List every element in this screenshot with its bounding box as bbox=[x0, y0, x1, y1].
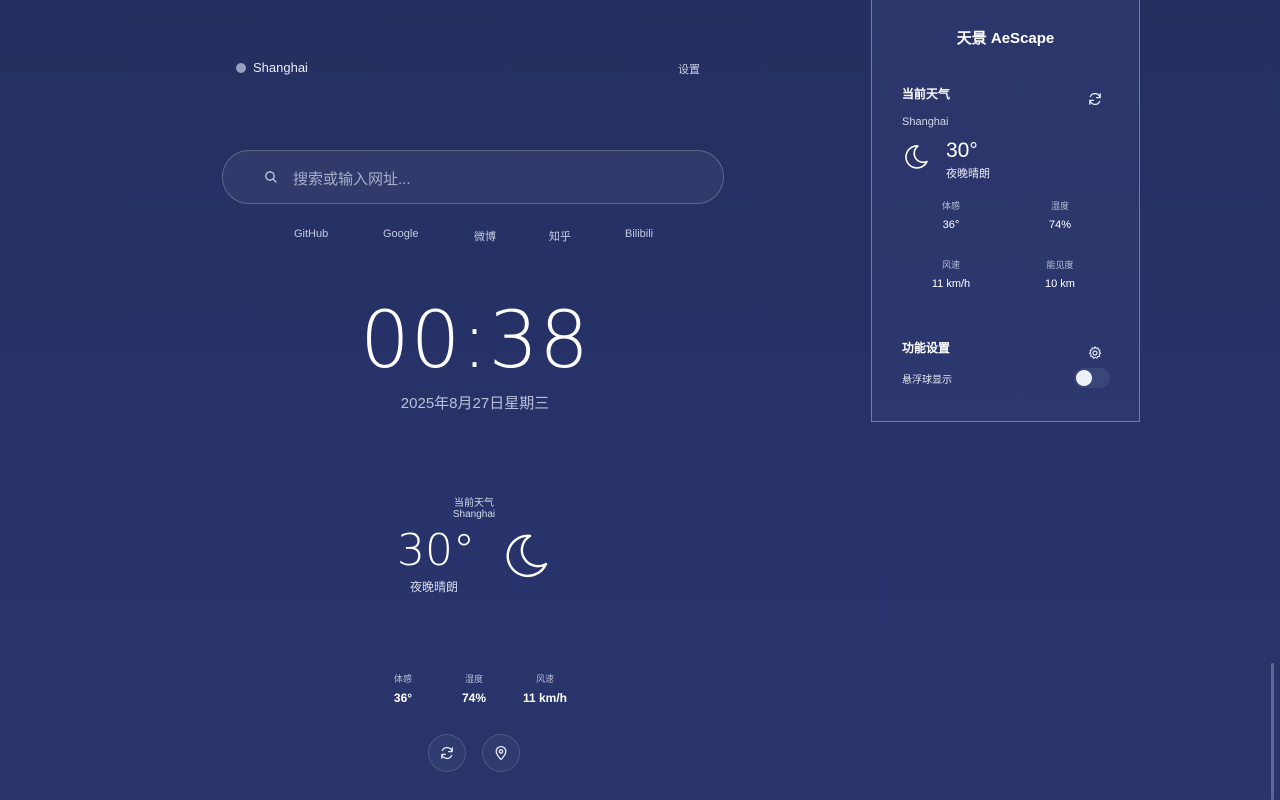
stat-label: 能见度 bbox=[1046, 260, 1074, 270]
panel-stat-humidity: 湿度 74% bbox=[1015, 199, 1105, 231]
quick-link-weibo[interactable]: 微博 bbox=[474, 228, 496, 244]
stat-label: 风速 bbox=[941, 260, 960, 270]
search-icon bbox=[265, 171, 277, 183]
panel-refresh-icon[interactable] bbox=[1087, 91, 1103, 107]
stat-humidity: 湿度 74% bbox=[434, 672, 514, 705]
refresh-icon bbox=[441, 746, 453, 760]
quick-link-google[interactable]: Google bbox=[383, 228, 418, 240]
stat-value: 74% bbox=[461, 691, 487, 705]
panel-weather-heading: 当前天气 bbox=[902, 87, 951, 101]
panel-stat-wind: 风速 11 km/h bbox=[906, 258, 996, 290]
clock-date: 2025年8月27日星期三 bbox=[400, 395, 550, 412]
floating-ball-label: 悬浮球显示 bbox=[902, 375, 952, 386]
extension-popup-panel: 天景 AeScape 当前天气 Shanghai 30° 夜晚晴朗 体感 36°… bbox=[871, 0, 1140, 422]
weather-temperature: 30° bbox=[397, 525, 475, 576]
panel-weather-city: Shanghai bbox=[902, 116, 949, 128]
panel-weather-temperature: 30° bbox=[946, 139, 978, 162]
settings-link[interactable]: 设置 bbox=[678, 61, 700, 77]
search-input[interactable] bbox=[291, 163, 695, 195]
moon-icon bbox=[506, 534, 548, 578]
panel-stat-feels-like: 体感 36° bbox=[906, 199, 996, 231]
stat-wind: 风速 11 km/h bbox=[505, 672, 585, 705]
panel-weather-condition: 夜晚晴朗 bbox=[946, 168, 990, 180]
clock-time: 00:38 bbox=[360, 296, 590, 386]
floating-ball-toggle[interactable] bbox=[1074, 368, 1110, 388]
moon-icon bbox=[905, 145, 928, 169]
location-pin-icon bbox=[495, 746, 507, 761]
stat-label: 湿度 bbox=[464, 674, 483, 684]
panel-title: 天景 AeScape bbox=[956, 30, 1055, 47]
stat-value: 74% bbox=[1048, 219, 1072, 231]
panel-stat-visibility: 能见度 10 km bbox=[1015, 258, 1105, 290]
quick-link-bilibili[interactable]: Bilibili bbox=[625, 228, 653, 240]
stat-value: 11 km/h bbox=[931, 278, 971, 290]
refresh-weather-button[interactable] bbox=[428, 734, 466, 772]
stat-label: 体感 bbox=[393, 674, 412, 684]
location-status-dot bbox=[236, 62, 246, 73]
stat-value: 11 km/h bbox=[522, 691, 568, 705]
stat-label: 体感 bbox=[941, 201, 960, 211]
search-box[interactable] bbox=[222, 150, 724, 204]
scrollbar[interactable] bbox=[1271, 663, 1274, 800]
location-label: Shanghai bbox=[253, 60, 308, 75]
gear-icon[interactable] bbox=[1087, 345, 1103, 361]
weather-condition: 夜晚晴朗 bbox=[409, 580, 458, 594]
stat-feels-like: 体感 36° bbox=[363, 672, 443, 705]
location-indicator[interactable]: Shanghai bbox=[236, 60, 308, 75]
stat-value: 36° bbox=[942, 219, 960, 231]
stat-value: 10 km bbox=[1045, 278, 1075, 290]
stat-label: 风速 bbox=[535, 674, 554, 684]
new-tab-page: Shanghai 设置 GitHub Google 微博 知乎 Bilibili… bbox=[0, 0, 1280, 800]
weather-title: 当前天气 bbox=[454, 498, 494, 509]
panel-features-heading: 功能设置 bbox=[902, 341, 951, 355]
stat-value: 36° bbox=[393, 691, 413, 705]
location-button[interactable] bbox=[482, 734, 520, 772]
weather-city: Shanghai bbox=[452, 509, 496, 520]
quick-link-zhihu[interactable]: 知乎 bbox=[549, 228, 571, 244]
stat-label: 湿度 bbox=[1050, 201, 1069, 211]
toggle-knob bbox=[1076, 370, 1092, 386]
quick-link-github[interactable]: GitHub bbox=[294, 228, 328, 240]
